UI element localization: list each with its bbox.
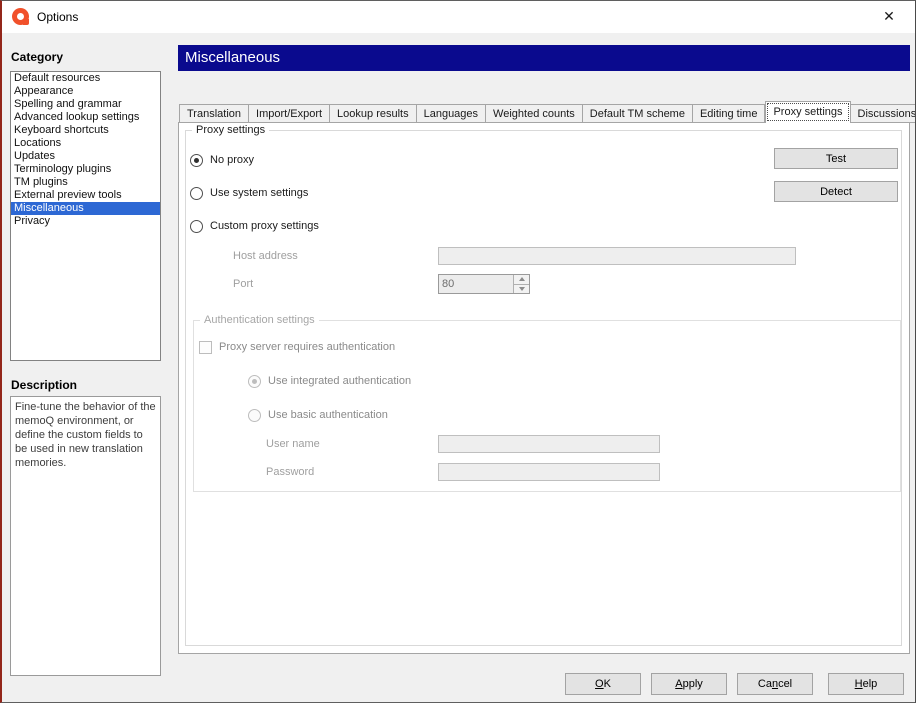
help-button[interactable]: Help	[828, 673, 904, 695]
category-list: Default resources Appearance Spelling an…	[10, 71, 161, 361]
tab-languages[interactable]: Languages	[417, 104, 486, 123]
sidebar-item-tm-plugins[interactable]: TM plugins	[11, 176, 160, 189]
tab-editing-time[interactable]: Editing time	[693, 104, 765, 123]
radio-use-system-settings[interactable]: Use system settings	[190, 186, 308, 200]
port-label: Port	[233, 278, 253, 290]
sidebar-item-external-preview-tools[interactable]: External preview tools	[11, 189, 160, 202]
spinner-down-button	[514, 285, 529, 294]
sidebar-item-default-resources[interactable]: Default resources	[11, 72, 160, 85]
close-button[interactable]: ✕	[869, 1, 909, 32]
tab-discussions[interactable]: Discussions	[851, 104, 916, 123]
options-dialog: Options ✕ Category Default resources App…	[0, 0, 916, 703]
host-address-label: Host address	[233, 250, 298, 262]
radio-use-basic-authentication-label: Use basic authentication	[268, 409, 388, 421]
tab-translation[interactable]: Translation	[179, 104, 249, 123]
sidebar-item-advanced-lookup-settings[interactable]: Advanced lookup settings	[11, 111, 160, 124]
user-name-label: User name	[266, 438, 320, 450]
description-text: Fine-tune the behavior of the memoQ envi…	[15, 401, 156, 469]
user-name-input	[438, 435, 660, 453]
spinner-down-icon	[519, 287, 525, 291]
radio-no-proxy-label: No proxy	[210, 154, 254, 166]
port-value: 80	[439, 275, 513, 293]
tab-strip: Translation Import/Export Lookup results…	[179, 101, 916, 123]
tab-lookup-results[interactable]: Lookup results	[330, 104, 417, 123]
radio-unchecked-icon	[190, 187, 203, 200]
password-input	[438, 463, 660, 481]
tab-default-tm-scheme[interactable]: Default TM scheme	[583, 104, 693, 123]
memoq-logo-hole	[17, 13, 24, 20]
close-icon: ✕	[883, 8, 895, 25]
sidebar-item-locations[interactable]: Locations	[11, 137, 160, 150]
page-title: Miscellaneous	[178, 45, 910, 71]
sidebar-item-updates[interactable]: Updates	[11, 150, 160, 163]
radio-use-integrated-authentication-label: Use integrated authentication	[268, 375, 411, 387]
ok-button[interactable]: OK	[565, 673, 641, 695]
radio-use-integrated-authentication: Use integrated authentication	[248, 374, 411, 388]
authentication-settings-group-title: Authentication settings	[200, 314, 319, 327]
port-stepper: 80	[438, 274, 530, 294]
memoq-logo-icon	[12, 8, 29, 25]
tab-weighted-counts[interactable]: Weighted counts	[486, 104, 583, 123]
sidebar-item-spelling-and-grammar[interactable]: Spelling and grammar	[11, 98, 160, 111]
radio-use-basic-authentication: Use basic authentication	[248, 408, 388, 422]
radio-use-system-settings-label: Use system settings	[210, 187, 308, 199]
tab-import-export[interactable]: Import/Export	[249, 104, 330, 123]
category-label: Category	[11, 50, 63, 64]
checkbox-proxy-requires-auth: Proxy server requires authentication	[199, 340, 395, 354]
radio-checked-disabled-icon	[248, 375, 261, 388]
password-label: Password	[266, 466, 314, 478]
titlebar: Options ✕	[2, 1, 915, 33]
host-address-input	[438, 247, 796, 265]
radio-unchecked-icon	[190, 220, 203, 233]
spinner-up-button	[514, 275, 529, 285]
checkbox-proxy-requires-auth-label: Proxy server requires authentication	[219, 341, 395, 353]
radio-custom-proxy-settings-label: Custom proxy settings	[210, 220, 319, 232]
detect-button[interactable]: Detect	[774, 181, 898, 202]
cancel-button[interactable]: Cancel	[737, 673, 813, 695]
sidebar-item-terminology-plugins[interactable]: Terminology plugins	[11, 163, 160, 176]
checkbox-unchecked-icon	[199, 341, 212, 354]
sidebar-item-appearance[interactable]: Appearance	[11, 85, 160, 98]
proxy-settings-panel: Proxy settings No proxy Use system setti…	[178, 122, 910, 654]
apply-button[interactable]: Apply	[651, 673, 727, 695]
radio-unchecked-disabled-icon	[248, 409, 261, 422]
window-title: Options	[37, 10, 78, 24]
memoq-logo-tail	[23, 19, 29, 25]
spinner-up-icon	[519, 277, 525, 281]
sidebar-item-privacy[interactable]: Privacy	[11, 215, 160, 228]
port-spin-buttons	[513, 275, 529, 293]
description-box: Fine-tune the behavior of the memoQ envi…	[10, 396, 161, 676]
sidebar-item-miscellaneous[interactable]: Miscellaneous	[11, 202, 160, 215]
radio-custom-proxy-settings[interactable]: Custom proxy settings	[190, 219, 319, 233]
proxy-settings-group-title: Proxy settings	[192, 124, 269, 137]
description-label: Description	[11, 378, 77, 392]
radio-no-proxy[interactable]: No proxy	[190, 153, 254, 167]
test-button[interactable]: Test	[774, 148, 898, 169]
radio-checked-icon	[190, 154, 203, 167]
sidebar-item-keyboard-shortcuts[interactable]: Keyboard shortcuts	[11, 124, 160, 137]
tab-proxy-settings[interactable]: Proxy settings	[765, 101, 850, 123]
